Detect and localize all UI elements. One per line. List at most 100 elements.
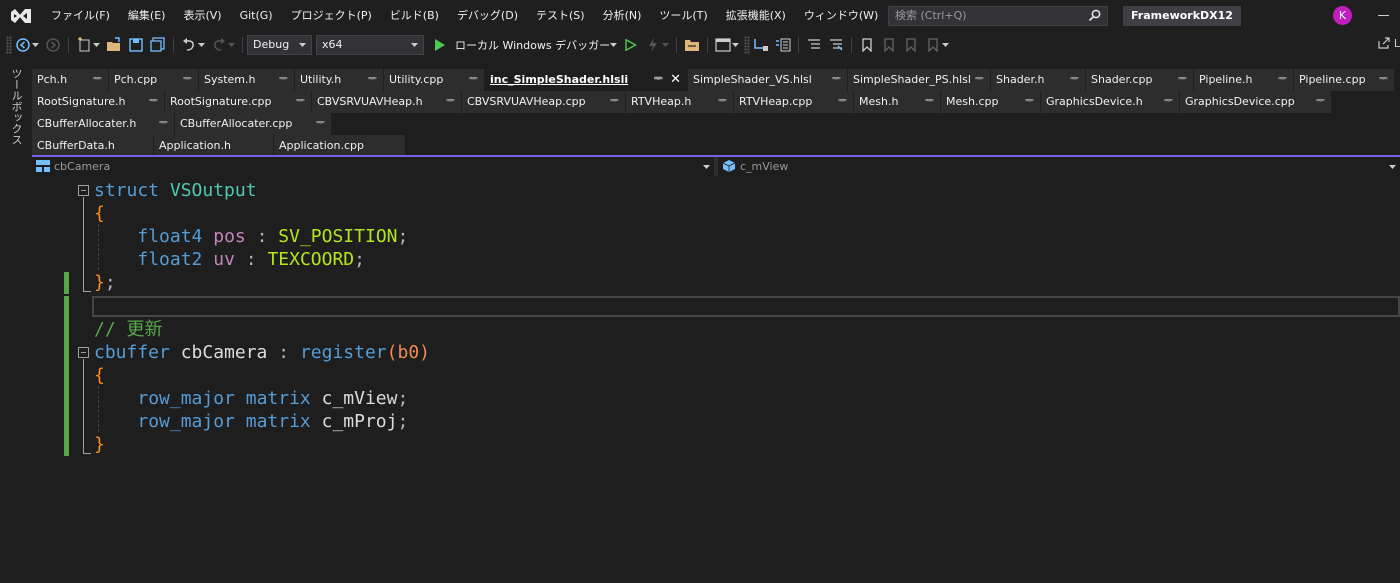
uncomment-icon[interactable] — [828, 37, 844, 53]
chevron-down-icon[interactable] — [93, 42, 100, 48]
pin-icon[interactable]: ᆓ — [1379, 69, 1388, 91]
document-tab[interactable]: SimpleShader_PS.hlsl ᆓ — [848, 69, 990, 91]
pin-icon[interactable]: ᆓ — [610, 91, 619, 113]
document-tab[interactable]: CBVSRVUAVHeap.h ᆓ — [312, 91, 461, 113]
undo-icon[interactable] — [181, 37, 197, 53]
start-debugging-icon[interactable] — [432, 37, 448, 53]
browse-folder-icon[interactable] — [684, 37, 700, 53]
bookmark-icon[interactable] — [859, 37, 875, 53]
document-tab[interactable]: Pch.h ᆓ — [32, 69, 108, 91]
live-share-button[interactable]: L — [1378, 37, 1400, 50]
chevron-down-icon[interactable] — [732, 42, 740, 48]
solution-name-badge[interactable]: FrameworkDX12 — [1123, 6, 1241, 26]
chevron-down-icon[interactable] — [198, 42, 205, 48]
menu-item[interactable]: ファイル(F) — [42, 0, 119, 32]
menu-item[interactable]: プロジェクト(P) — [282, 0, 381, 32]
pin-icon[interactable]: ᆓ — [975, 69, 984, 91]
scope-dropdown[interactable]: cbCamera — [32, 157, 714, 176]
document-tab[interactable]: Mesh.h ᆓ — [854, 91, 940, 113]
document-tab[interactable]: Shader.cpp ᆓ — [1086, 69, 1193, 91]
document-tab[interactable]: System.h ᆓ — [199, 69, 294, 91]
pin-icon[interactable]: ᆓ — [654, 69, 663, 91]
pin-icon[interactable]: ᆓ — [446, 91, 455, 113]
pin-icon[interactable]: ᆓ — [279, 69, 288, 91]
search-input[interactable]: 検索 (Ctrl+Q) — [888, 6, 1108, 26]
document-tab[interactable]: RootSignature.h ᆓ — [32, 91, 164, 113]
close-icon[interactable]: ✕ — [670, 69, 681, 91]
menu-item[interactable]: ビルド(B) — [381, 0, 448, 32]
navigate-back-icon[interactable] — [15, 37, 31, 53]
menu-item[interactable]: 表示(V) — [174, 0, 230, 32]
document-tab[interactable]: Utility.h ᆓ — [295, 69, 383, 91]
visual-studio-logo-icon[interactable] — [10, 7, 32, 25]
member-dropdown[interactable]: c_mView — [718, 157, 1400, 176]
toolbar-grip[interactable] — [6, 36, 12, 54]
pin-icon[interactable]: ᆓ — [832, 69, 841, 91]
format-document-icon[interactable] — [775, 37, 791, 53]
account-avatar[interactable]: K — [1333, 6, 1352, 25]
pin-icon[interactable]: ᆓ — [718, 91, 727, 113]
document-tab[interactable]: GraphicsDevice.h ᆓ — [1041, 91, 1179, 113]
document-tab[interactable]: RTVHeap.h ᆓ — [626, 91, 733, 113]
menu-item[interactable]: ウィンドウ(W) — [795, 0, 887, 32]
menu-item[interactable]: 拡張機能(X) — [717, 0, 795, 32]
menu-item[interactable]: 編集(E) — [119, 0, 175, 32]
document-tab[interactable]: Application.cpp — [274, 135, 405, 157]
start-debugging-button[interactable]: ローカル Windows デバッガー — [455, 37, 610, 53]
minimize-button[interactable] — [1378, 15, 1389, 16]
document-tab[interactable]: Pipeline.cpp ᆓ — [1294, 69, 1394, 91]
code-editor[interactable]: struct VSOutput { float4 pos : SV_POSITI… — [32, 176, 1400, 583]
menu-item[interactable]: Git(G) — [231, 0, 282, 32]
document-tab[interactable]: GraphicsDevice.cpp ᆓ — [1180, 91, 1331, 113]
pin-icon[interactable]: ᆓ — [1278, 69, 1287, 91]
collapse-icon[interactable] — [78, 347, 89, 358]
document-tab[interactable]: Mesh.cpp ᆓ — [941, 91, 1040, 113]
search-icon[interactable] — [1088, 9, 1101, 22]
pin-icon[interactable]: ᆓ — [159, 113, 168, 135]
document-tab[interactable]: RTVHeap.cpp ᆓ — [734, 91, 853, 113]
document-tab[interactable]: Pipeline.h ᆓ — [1194, 69, 1293, 91]
pin-icon[interactable]: ᆓ — [469, 69, 478, 91]
document-tab[interactable]: SimpleShader_VS.hlsl ᆓ — [688, 69, 847, 91]
save-all-icon[interactable] — [150, 37, 166, 53]
document-tab-active[interactable]: inc_SimpleShader.hlsli ᆓ ✕ — [485, 69, 687, 91]
menu-item[interactable]: テスト(S) — [527, 0, 594, 32]
document-tab[interactable]: RootSignature.cpp ᆓ — [165, 91, 311, 113]
step-into-icon[interactable] — [753, 37, 769, 53]
save-icon[interactable] — [128, 37, 144, 53]
pin-icon[interactable]: ᆓ — [368, 69, 377, 91]
open-file-icon[interactable] — [106, 37, 122, 53]
pin-icon[interactable]: ᆓ — [149, 91, 158, 113]
chevron-down-icon[interactable] — [942, 42, 950, 48]
menu-item[interactable]: 分析(N) — [594, 0, 651, 32]
start-without-debugging-icon[interactable] — [623, 37, 639, 53]
chevron-down-icon[interactable] — [610, 42, 618, 48]
pin-icon[interactable]: ᆓ — [1164, 91, 1173, 113]
menu-item[interactable]: デバッグ(D) — [448, 0, 527, 32]
collapse-icon[interactable] — [78, 185, 89, 196]
document-tab[interactable]: CBVSRVUAVHeap.cpp ᆓ — [462, 91, 625, 113]
solution-platform-select[interactable]: x64 — [316, 35, 424, 55]
toolbar-grip[interactable] — [744, 36, 751, 54]
document-tab[interactable]: CBufferData.h — [32, 135, 153, 157]
document-tab[interactable]: Pch.cpp ᆓ — [109, 69, 198, 91]
chevron-down-icon[interactable] — [32, 42, 39, 48]
pin-icon[interactable]: ᆓ — [1025, 91, 1034, 113]
document-tab[interactable]: CBufferAllocater.h ᆓ — [32, 113, 174, 135]
pin-icon[interactable]: ᆓ — [838, 91, 847, 113]
pin-icon[interactable]: ᆓ — [296, 91, 305, 113]
document-tab[interactable]: Application.h — [154, 135, 273, 157]
document-tab[interactable]: Shader.h ᆓ — [991, 69, 1085, 91]
pin-icon[interactable]: ᆓ — [1178, 69, 1187, 91]
menu-item[interactable]: ツール(T) — [650, 0, 716, 32]
comment-out-icon[interactable] — [806, 37, 822, 53]
pin-icon[interactable]: ᆓ — [1316, 91, 1325, 113]
solution-configuration-select[interactable]: Debug — [247, 35, 312, 55]
toolbox-tab[interactable]: ツールボックス — [8, 68, 24, 145]
pin-icon[interactable]: ᆓ — [93, 69, 102, 91]
document-tab[interactable]: Utility.cpp ᆓ — [384, 69, 484, 91]
pin-icon[interactable]: ᆓ — [1070, 69, 1079, 91]
document-tab[interactable]: CBufferAllocater.cpp ᆓ — [175, 113, 331, 135]
pin-icon[interactable]: ᆓ — [316, 113, 325, 135]
window-layout-icon[interactable] — [715, 37, 731, 53]
